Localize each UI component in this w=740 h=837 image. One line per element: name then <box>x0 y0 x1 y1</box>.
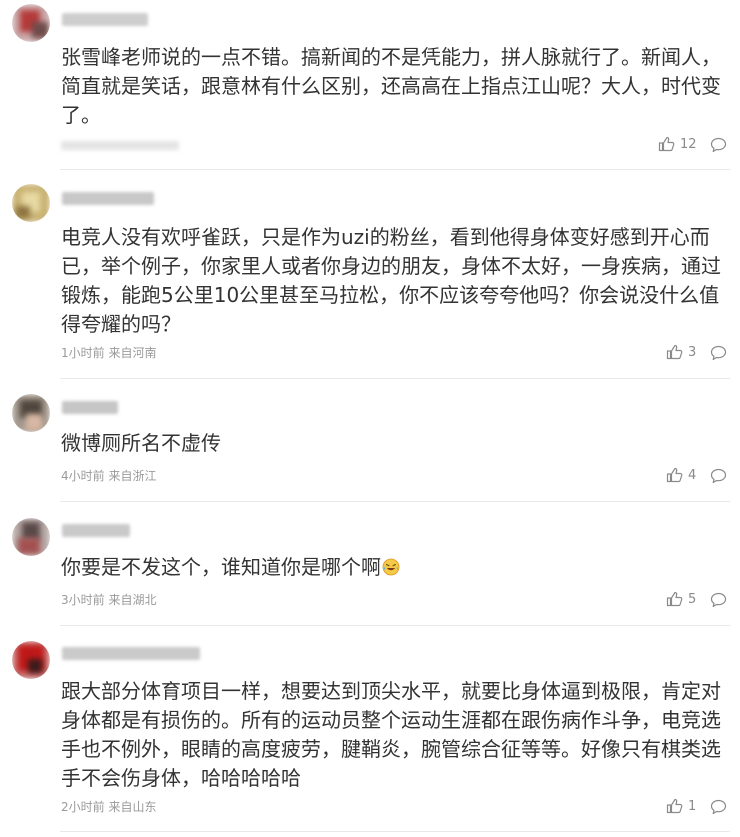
comment-text-content: 你要是不发这个，谁知道你是哪个啊 <box>61 555 381 579</box>
divider <box>60 625 730 626</box>
username[interactable] <box>62 647 200 660</box>
reply-button[interactable] <box>710 137 727 153</box>
like-button[interactable]: 12 <box>658 136 697 152</box>
reply-button[interactable] <box>710 345 727 361</box>
like-button[interactable]: 5 <box>666 591 696 607</box>
reply-button[interactable] <box>710 799 727 815</box>
avatar[interactable] <box>12 641 50 679</box>
comment-bubble-icon <box>710 592 727 608</box>
avatar[interactable] <box>12 4 50 42</box>
divider <box>60 378 730 379</box>
divider <box>60 169 730 170</box>
like-button[interactable]: 4 <box>666 467 696 483</box>
avatar[interactable] <box>12 394 50 432</box>
comment-text: 微博厕所名不虚传 <box>61 431 221 455</box>
comment-text: 跟大部分体育项目一样，想要达到顶尖水平，就要比身体逼到极限，肯定对 身体都是有损… <box>61 679 721 790</box>
comment-meta: 4小时前 来自浙江 <box>61 469 157 483</box>
like-count: 5 <box>688 591 697 607</box>
like-count: 1 <box>688 798 697 814</box>
like-count: 4 <box>688 467 697 483</box>
divider <box>60 501 730 502</box>
like-button[interactable]: 3 <box>666 344 696 360</box>
like-button[interactable]: 1 <box>666 798 696 814</box>
username[interactable] <box>62 524 130 537</box>
comment-meta: 1小时前 来自河南 <box>61 346 157 360</box>
avatar[interactable] <box>12 518 50 556</box>
like-count: 12 <box>680 136 697 152</box>
comment-bubble-icon <box>710 345 727 361</box>
username[interactable] <box>62 192 154 205</box>
reply-button[interactable] <box>710 468 727 484</box>
thumbs-up-icon <box>658 136 675 152</box>
thumbs-up-icon <box>666 467 683 483</box>
comment-text: 张雪峰老师说的一点不错。搞新闻的不是凭能力，拼人脉就行了。新闻人， 简直就是笑话… <box>61 45 721 127</box>
like-count: 3 <box>688 344 697 360</box>
thumbs-up-icon <box>666 591 683 607</box>
comment-meta: 2小时前 来自山东 <box>61 800 157 814</box>
username[interactable] <box>62 13 148 26</box>
avatar[interactable] <box>12 184 50 222</box>
thumbs-up-icon <box>666 798 683 814</box>
username[interactable] <box>62 401 118 414</box>
comment-bubble-icon <box>710 799 727 815</box>
comment-bubble-icon <box>710 137 727 153</box>
thumbs-up-icon <box>666 344 683 360</box>
comment-meta: 3小时前 来自湖北 <box>61 593 157 607</box>
comment-meta <box>61 141 179 150</box>
comment-bubble-icon <box>710 468 727 484</box>
comment-text: 电竞人没有欢呼雀跃，只是作为uzi的粉丝，看到他得身体变好感到开心而 已，举个例… <box>61 225 721 336</box>
divider <box>60 831 730 832</box>
reply-button[interactable] <box>710 592 727 608</box>
laughing-tears-emoji-icon <box>382 555 400 576</box>
comment-text: 你要是不发这个，谁知道你是哪个啊 <box>61 553 724 582</box>
